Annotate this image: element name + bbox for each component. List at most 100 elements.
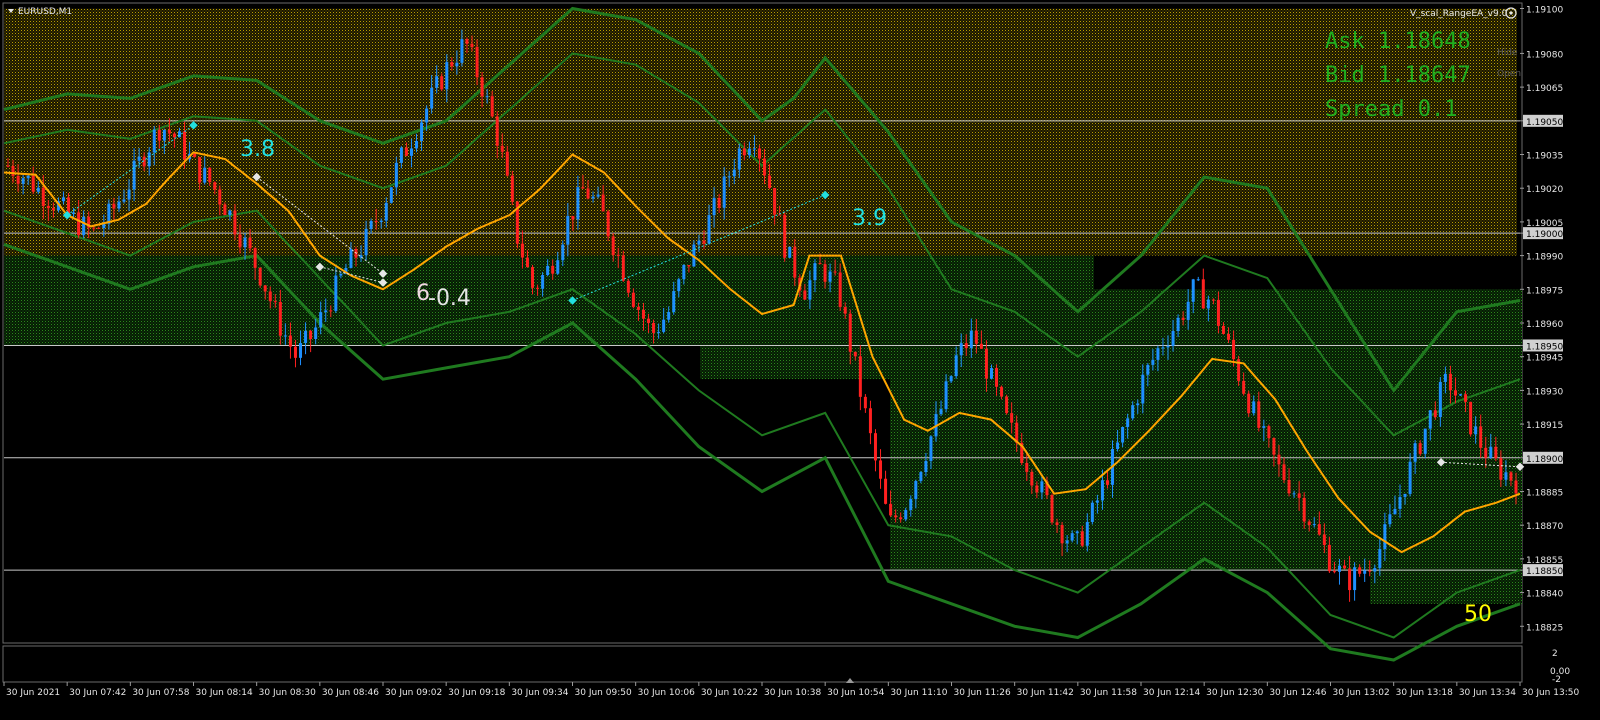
- candle-body: [1075, 531, 1079, 534]
- candle-body: [757, 148, 761, 159]
- candle-body: [97, 227, 101, 229]
- candle-body: [727, 176, 731, 178]
- candle-body: [591, 196, 595, 199]
- candle-body: [662, 319, 666, 332]
- candle-body: [974, 330, 978, 344]
- candle-body: [606, 211, 610, 237]
- candle-body: [61, 197, 65, 202]
- candle-body: [1459, 394, 1463, 396]
- candle-body: [399, 147, 403, 163]
- candle-body: [697, 240, 701, 245]
- price-tick-label: 1.19035: [1526, 152, 1563, 162]
- candle-body: [884, 478, 888, 504]
- candle-body: [1005, 396, 1009, 414]
- candle-body: [1156, 348, 1160, 360]
- count-label: 50: [1464, 602, 1492, 627]
- candle-body: [152, 129, 156, 153]
- candle-body: [1322, 534, 1326, 545]
- candle-body: [1398, 496, 1402, 509]
- candle-body: [223, 204, 227, 216]
- candle-body: [1297, 493, 1301, 498]
- candle-body: [1413, 443, 1417, 462]
- time-tick-label: 30 Jun 13:34: [1459, 688, 1516, 698]
- candle-body: [233, 210, 237, 235]
- time-tick-label: 30 Jun 2021: [6, 688, 60, 698]
- time-tick-label: 30 Jun 13:50: [1522, 688, 1579, 698]
- ea-label: V_scal_RangeEA_v9.0: [1410, 9, 1508, 19]
- range-fill-lower: [1370, 570, 1522, 604]
- candle-body: [21, 178, 25, 184]
- time-tick-label: 30 Jun 12:30: [1206, 688, 1263, 698]
- candle-body: [722, 176, 726, 208]
- candle-body: [1095, 500, 1099, 503]
- candle-body: [1332, 571, 1336, 573]
- candle-body: [1126, 418, 1130, 427]
- candle-body: [1206, 299, 1210, 309]
- candle-body: [1348, 568, 1352, 591]
- hide-button[interactable]: Hide: [1497, 48, 1518, 58]
- price-tick-label: 1.18990: [1526, 253, 1563, 263]
- candle-body: [1453, 390, 1457, 396]
- candle-body: [616, 254, 620, 256]
- candle-body: [430, 87, 434, 109]
- candle-body: [1242, 380, 1246, 394]
- candle-body: [858, 356, 862, 397]
- candle-body: [737, 148, 741, 170]
- candle-body: [127, 189, 131, 200]
- time-tick-label: 30 Jun 08:30: [259, 688, 316, 698]
- candle-body: [1025, 462, 1029, 472]
- candle-body: [1010, 413, 1014, 423]
- candle-body: [273, 301, 277, 303]
- price-tick-label: 1.18930: [1526, 387, 1563, 397]
- candle-body: [364, 228, 368, 256]
- candle-body: [677, 279, 681, 292]
- candle-body: [1363, 570, 1367, 574]
- candle-body: [949, 376, 953, 382]
- candle-body: [1146, 364, 1150, 375]
- candle-body: [490, 96, 494, 117]
- candle-body: [1418, 443, 1422, 454]
- price-chart[interactable]: EURUSD,M1 V_scal_RangeEA_v9.0 Hide Open …: [0, 0, 1600, 720]
- candle-body: [238, 234, 242, 248]
- range-fill-upper: [4, 8, 1517, 256]
- time-tick-label: 30 Jun 09:50: [575, 688, 632, 698]
- price-tick-label: 1.18885: [1526, 488, 1563, 498]
- candle-body: [1383, 524, 1387, 550]
- candle-body: [984, 348, 988, 379]
- candle-body: [1151, 359, 1155, 365]
- candle-body: [1408, 461, 1412, 494]
- symbol-header[interactable]: EURUSD,M1: [8, 7, 72, 17]
- time-tick-label: 30 Jun 10:22: [701, 688, 758, 698]
- candle-body: [818, 263, 822, 265]
- candle-body: [1484, 447, 1488, 458]
- candle-body: [112, 203, 116, 209]
- candle-body: [46, 205, 50, 209]
- candle-body: [1232, 339, 1236, 360]
- candle-body: [450, 62, 454, 67]
- candle-body: [77, 212, 81, 236]
- candle-body: [1272, 438, 1276, 455]
- price-tick-label: 1.18825: [1526, 623, 1563, 633]
- candle-body: [117, 201, 121, 209]
- candle-body: [1116, 442, 1120, 450]
- candle-body: [500, 145, 504, 152]
- price-tick-label: 1.19000: [1526, 230, 1563, 240]
- candle-body: [404, 147, 408, 156]
- candle-body: [505, 151, 509, 176]
- candle-body: [1353, 567, 1357, 591]
- open-button[interactable]: Open: [1497, 69, 1521, 79]
- candle-body: [556, 260, 560, 274]
- candle-body: [1030, 471, 1034, 486]
- candle-body: [889, 503, 893, 516]
- candle-body: [894, 515, 898, 518]
- candle-body: [995, 368, 999, 387]
- candle-body: [939, 409, 943, 415]
- candle-body: [773, 187, 777, 215]
- candle-body: [813, 263, 817, 281]
- candle-body: [172, 133, 176, 138]
- time-tick-label: 30 Jun 10:38: [764, 688, 821, 698]
- candle-body: [228, 210, 232, 216]
- candle-body: [712, 197, 716, 216]
- candle-body: [394, 162, 398, 188]
- candle-body: [147, 152, 151, 167]
